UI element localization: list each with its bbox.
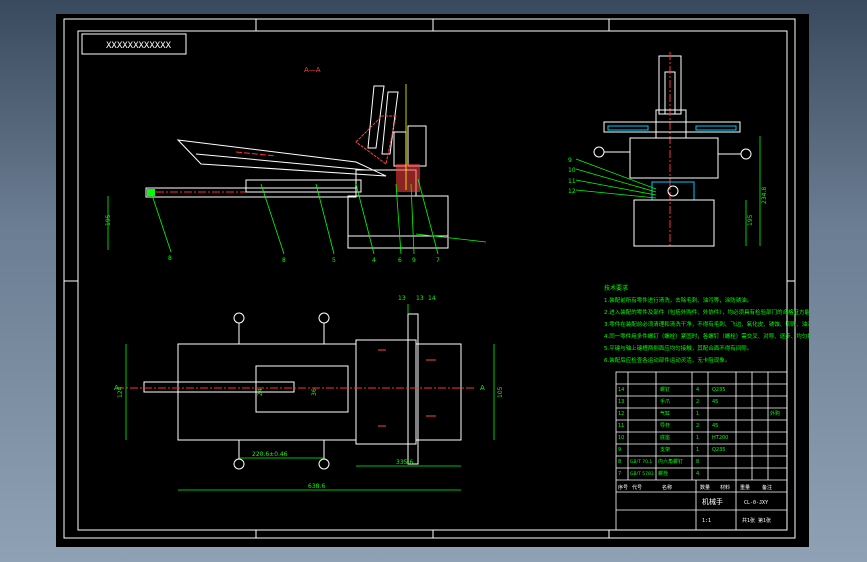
title-block: [615, 371, 788, 531]
row-10-mat: HT200: [712, 435, 728, 441]
note-line-3: 3.零件在装配前必须清理和清洗干净，不得有毛刺、飞边、氧化皮、锈蚀、切屑、油污、…: [604, 320, 809, 328]
side-height-total: 234.8: [761, 187, 768, 204]
top-center-width: 36: [311, 388, 318, 396]
row-10-name: 底座: [660, 434, 670, 441]
row-7-qty: 4: [696, 471, 699, 477]
note-line-4: 4.同一零件用多件螺钉（螺栓）紧固时，各螺钉（螺栓）需交叉、对称、逐步、均匀拧紧…: [604, 332, 809, 340]
cad-drawing: XXXXXXXXXXXX A—A 195 8 8 5 4 6 9 7 9 10 …: [63, 18, 809, 539]
row-8-code: GB/T 70.1: [630, 459, 652, 465]
top-span-mid: 335.6: [396, 459, 413, 466]
sheet-count: 共1张 第1张: [742, 517, 771, 524]
front-leader-1: 8: [168, 255, 172, 262]
side-leader-10: 10: [568, 167, 576, 174]
row-14-qty: 4: [696, 387, 699, 393]
top-right-width: 105: [497, 386, 504, 398]
row-7-name: 螺栓: [658, 470, 668, 477]
hdr-mat: 材料: [720, 484, 730, 491]
row-14-mat: Q235: [712, 387, 725, 393]
frame-ticks: [64, 19, 795, 538]
side-leader-11: 11: [568, 178, 576, 185]
top-balloon-13a: 13: [398, 295, 406, 302]
parts-rows: 14 螺钉 4 Q235 13 手爪 2 45 12 气缸 1 外购 11 导杆…: [618, 386, 780, 477]
view-front: A—A 195 8 8 5 4 6 9 7: [105, 66, 487, 264]
hdr-no: 序号: [618, 484, 628, 491]
row-14-name: 螺钉: [660, 386, 670, 393]
row-10-qty: 1: [696, 435, 699, 441]
top-span-total: 638.6: [308, 483, 325, 490]
outer-frame: [63, 18, 796, 539]
side-base-height: 195: [747, 214, 754, 226]
row-11-no: 11: [618, 423, 624, 429]
top-marker-a-right: A: [480, 384, 485, 392]
front-leader-6: 9: [412, 257, 416, 264]
top-inner-width: 24: [257, 388, 264, 396]
row-9-no: 9: [618, 447, 621, 453]
side-leader-9: 9: [568, 157, 572, 164]
top-balloon-13b: 13: [416, 295, 424, 302]
row-13-name: 手爪: [660, 398, 670, 405]
hdr-weight: 重量: [740, 484, 750, 491]
front-leader-5: 6: [398, 257, 402, 264]
row-12-note: 外购: [770, 410, 780, 417]
drawing-name: 机械手: [702, 497, 723, 506]
row-10-no: 10: [618, 435, 624, 441]
drawing-no: CL-0-JXY: [744, 500, 768, 506]
front-leader-2: 8: [282, 257, 286, 264]
row-12-name: 气缸: [660, 410, 670, 417]
front-leader-3: 5: [332, 257, 336, 264]
row-11-mat: 45: [712, 423, 718, 429]
note-line-2: 2.进入装配的零件及部件（包括外购件、外协件），均必须具有检验部门的合格证方能进…: [604, 308, 809, 316]
notes-heading: 技术要求: [604, 284, 628, 292]
row-12-no: 12: [618, 411, 624, 417]
front-base: [347, 195, 449, 249]
row-7-no: 7: [618, 471, 621, 477]
row-7-code: GB/T 5783: [630, 471, 654, 477]
front-gripper: [176, 139, 387, 177]
side-leader-12: 12: [568, 188, 576, 195]
hdr-code: 代号: [632, 484, 642, 491]
section-label: A—A: [304, 66, 321, 74]
row-12-qty: 1: [696, 411, 699, 417]
note-line-1: 1.装配前所有零件进行清洗，去除毛刺、油污等，涂防锈油。: [604, 296, 752, 304]
note-line-6: 6.装配后应检查各运动部件运动灵活，无卡阻现象。: [604, 356, 730, 364]
note-line-5: 5.平键与轴上键槽两侧面应均匀接触，其配合面不得有间隙。: [604, 344, 752, 352]
front-leader-7: 7: [436, 257, 440, 264]
hdr-qty: 数量: [700, 484, 710, 491]
row-9-qty: 1: [696, 447, 699, 453]
row-11-name: 导杆: [660, 422, 670, 429]
row-14-no: 14: [618, 387, 624, 393]
hdr-name: 名称: [662, 484, 672, 491]
drawing-scale: 1:1: [702, 518, 711, 524]
row-9-name: 支架: [660, 446, 670, 453]
row-13-no: 13: [618, 399, 624, 405]
row-13-mat: 45: [712, 399, 718, 405]
view-top: A A 124 105 24 36 220.6±0.46 335.6 638.6…: [114, 295, 504, 491]
top-left-width: 124: [117, 386, 124, 398]
top-span-small: 220.6±0.46: [252, 451, 288, 458]
front-height-dim: 195: [105, 214, 112, 226]
row-9-mat: Q235: [712, 447, 725, 453]
tech-notes: 技术要求 1.装配前所有零件进行清洗，去除毛刺、油污等，涂防锈油。 2.进入装配…: [604, 284, 809, 364]
row-8-name: 内六角螺钉: [658, 458, 683, 465]
row-11-qty: 2: [696, 423, 699, 429]
row-8-no: 8: [618, 459, 621, 465]
front-leader-4: 4: [372, 257, 376, 264]
cad-canvas: XXXXXXXXXXXX A—A 195 8 8 5 4 6 9 7 9 10 …: [56, 14, 809, 547]
header-cells: 序号 代号 名称 数量 材料 重量 备注 机械手 CL-0-JXY 1:1 共1…: [618, 484, 772, 524]
row-8-qty: 8: [696, 459, 699, 465]
title-box-text: XXXXXXXXXXXX: [106, 41, 172, 51]
row-13-qty: 2: [696, 399, 699, 405]
hdr-note: 备注: [762, 484, 772, 491]
top-balloon-14: 14: [428, 295, 436, 302]
view-side: 9 10 11 12 234.8 195: [568, 52, 768, 247]
